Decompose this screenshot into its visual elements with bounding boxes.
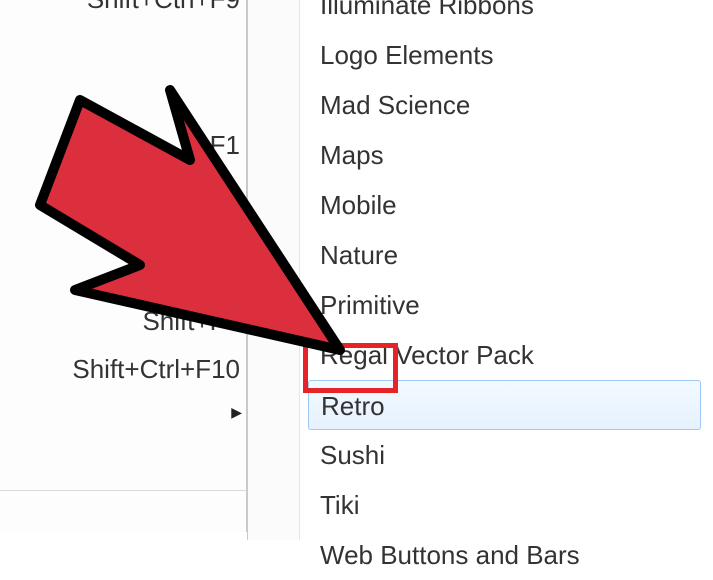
- submenu-icon-strip: [248, 0, 300, 540]
- submenu-item-retro[interactable]: Retro: [308, 380, 701, 430]
- brushes-submenu: Illuminate Ribbons Logo Elements Mad Sci…: [247, 0, 713, 540]
- menu-shortcut[interactable]: +F1: [194, 130, 240, 161]
- menu-shortcut[interactable]: Shift+Ctrl+F10: [72, 354, 240, 385]
- menu-shortcut[interactable]: Shift+Ctrl+F9: [87, 0, 240, 15]
- submenu-item-maps[interactable]: Maps: [318, 130, 701, 180]
- menu-shortcut[interactable]: Shift+: [173, 260, 240, 291]
- submenu-item-logo-elements[interactable]: Logo Elements: [318, 30, 701, 80]
- submenu-item-primitive[interactable]: Primitive: [318, 280, 701, 330]
- submenu-item-illuminate-ribbons[interactable]: Illuminate Ribbons: [318, 0, 701, 30]
- menu-divider: [0, 490, 246, 491]
- submenu-item-mobile[interactable]: Mobile: [318, 180, 701, 230]
- submenu-item-sushi[interactable]: Sushi: [318, 430, 701, 480]
- submenu-item-nature[interactable]: Nature: [318, 230, 701, 280]
- submenu-item-web-buttons-and-bars[interactable]: Web Buttons and Bars: [318, 530, 701, 580]
- submenu-item-regal-vector-pack[interactable]: Regal Vector Pack: [318, 330, 701, 380]
- submenu-chevron-icon[interactable]: ▶: [231, 404, 242, 421]
- menu-shortcut[interactable]: Shift+F8: [142, 306, 240, 337]
- submenu-item-mad-science[interactable]: Mad Science: [318, 80, 701, 130]
- submenu-item-tiki[interactable]: Tiki: [318, 480, 701, 530]
- parent-menu-panel: Shift+Ctrl+F9 +F1 Shift+ Shift+F8 Shift+…: [0, 0, 247, 532]
